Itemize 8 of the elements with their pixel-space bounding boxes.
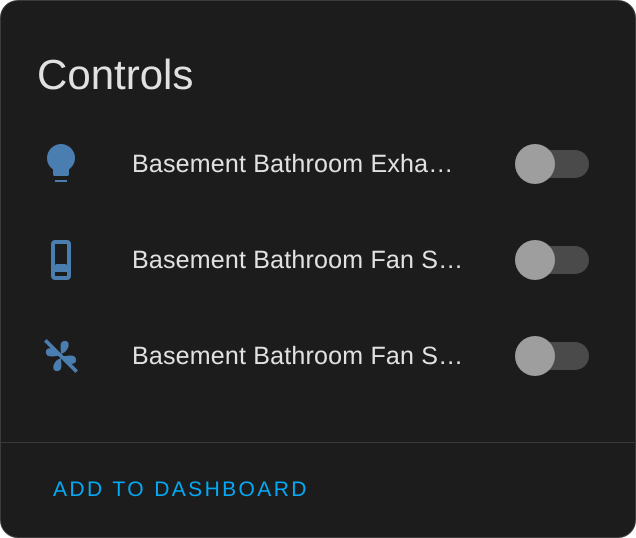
entity-name: Basement Bathroom Exha… (132, 150, 454, 178)
entity-name: Basement Bathroom Fan S… (132, 342, 464, 370)
card-title: Controls (36, 50, 194, 99)
toggle-switch[interactable] (515, 336, 591, 376)
toggle-switch[interactable] (515, 144, 591, 184)
entity-name: Basement Bathroom Fan S… (132, 246, 464, 274)
add-to-dashboard-button[interactable]: ADD TO DASHBOARD (39, 470, 323, 510)
toggle-switch[interactable] (515, 240, 591, 280)
